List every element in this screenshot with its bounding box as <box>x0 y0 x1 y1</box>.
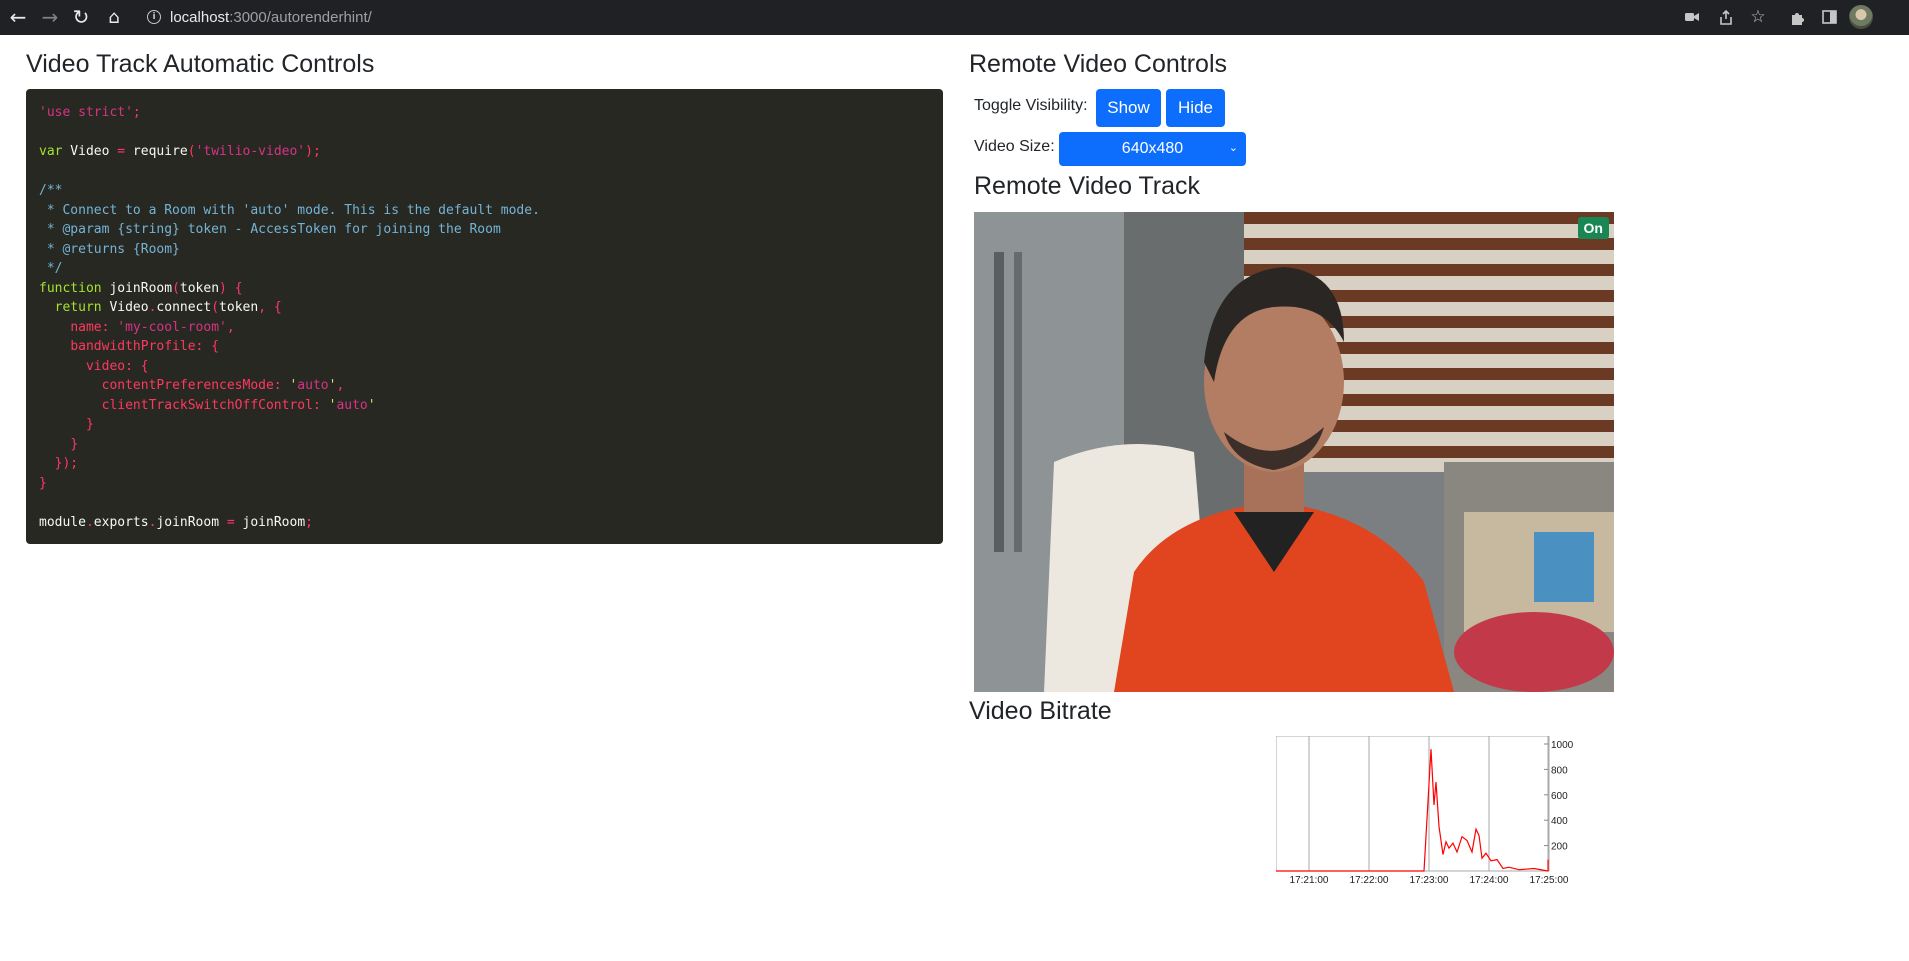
back-icon[interactable]: ← <box>5 4 31 30</box>
extensions-icon[interactable] <box>1786 6 1808 28</box>
address-bar[interactable]: i localhost:3000/autorenderhint/ <box>137 3 1767 31</box>
x-tick-label: 17:22:00 <box>1350 875 1389 886</box>
x-tick-label: 17:23:00 <box>1410 875 1449 886</box>
y-tick-label: 200 <box>1551 842 1568 853</box>
code-section-title: Video Track Automatic Controls <box>26 50 375 78</box>
bitrate-chart: 17:21:00 17:22:00 17:23:00 17:24:00 17:25:00… <box>1276 736 1574 886</box>
remote-video: On <box>974 212 1614 692</box>
code-block: 'use strict'; var Video = require('twili… <box>26 89 943 544</box>
series-line <box>1276 749 1549 872</box>
x-tick-label: 17:25:00 <box>1530 875 1569 886</box>
y-tick-label: 800 <box>1551 765 1568 776</box>
remote-track-title: Remote Video Track <box>974 172 1201 200</box>
forward-icon[interactable]: → <box>37 4 63 30</box>
profile-avatar[interactable] <box>1849 5 1873 29</box>
code-content: 'use strict'; var Video = require('twili… <box>39 105 540 530</box>
toggle-visibility-label: Toggle Visibility: <box>974 97 1088 114</box>
hide-button[interactable]: Hide <box>1166 89 1225 127</box>
show-button[interactable]: Show <box>1096 89 1161 127</box>
home-icon[interactable]: ⌂ <box>101 4 127 30</box>
status-badge: On <box>1577 217 1609 239</box>
video-size-select[interactable]: 640x480 ⌄ <box>1059 132 1246 166</box>
y-tick-label: 400 <box>1551 816 1568 827</box>
browser-toolbar: ← → ↻ ⌂ i localhost:3000/autorenderhint/… <box>0 0 1909 35</box>
url-path: :3000/autorenderhint/ <box>229 8 372 26</box>
x-tick-label: 17:24:00 <box>1470 875 1509 886</box>
y-tick-label: 600 <box>1551 791 1568 802</box>
star-icon[interactable]: ☆ <box>1747 6 1769 28</box>
remote-controls-title: Remote Video Controls <box>969 50 1228 78</box>
video-frame <box>974 212 1614 692</box>
info-icon[interactable]: i <box>147 10 161 24</box>
chevron-down-icon: ⌄ <box>1228 141 1238 154</box>
chart-frame <box>1276 736 1549 872</box>
video-size-label: Video Size: <box>974 138 1055 155</box>
x-tick-label: 17:21:00 <box>1290 875 1329 886</box>
url-host: localhost <box>170 8 230 26</box>
y-tick-label: 1000 <box>1551 740 1574 751</box>
camera-icon[interactable] <box>1681 6 1703 28</box>
video-size-value: 640x480 <box>1121 140 1184 157</box>
reload-icon[interactable]: ↻ <box>68 4 94 30</box>
bitrate-title: Video Bitrate <box>969 697 1112 725</box>
sidepanel-icon[interactable] <box>1818 6 1840 28</box>
share-icon[interactable] <box>1715 6 1737 28</box>
